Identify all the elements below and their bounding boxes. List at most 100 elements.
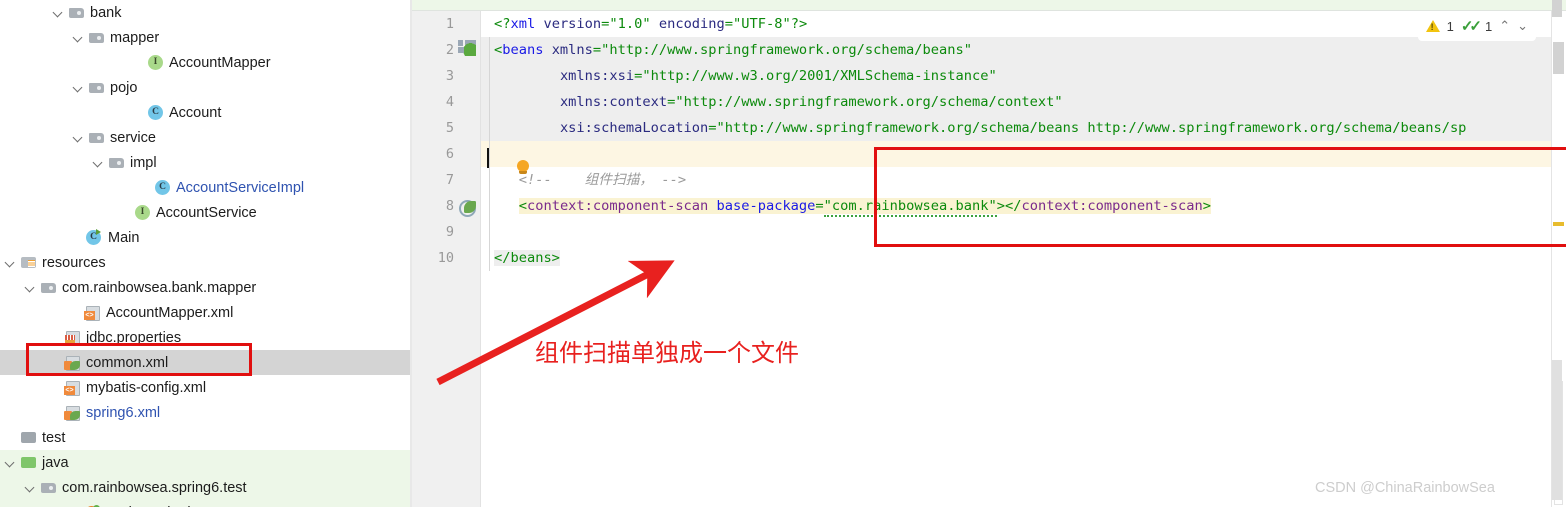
- tree-item-label: com.rainbowsea.spring6.test: [62, 479, 247, 496]
- code-line-2[interactable]: <beans xmlns="http://www.springframework…: [481, 37, 1566, 63]
- tree-row[interactable]: common.xml: [0, 350, 410, 375]
- lightbulb-intention-icon[interactable]: [516, 160, 530, 177]
- spring-bean-gutter-icon[interactable]: [458, 38, 476, 56]
- editor-tab-strip[interactable]: [412, 0, 1566, 11]
- line-number[interactable]: 1: [412, 11, 454, 37]
- code-line-6[interactable]: [481, 141, 1566, 167]
- tree-row[interactable]: bank: [0, 0, 410, 25]
- l8-lt: <: [518, 198, 527, 214]
- ide-window: bank mapper AccountMapper pojo Account servic…: [0, 0, 1566, 507]
- cls-icon: [154, 179, 171, 196]
- code-editor[interactable]: 1 2 3 4 5 6 7 8 9 10 <?xml version="1.0" encoding…: [412, 0, 1566, 507]
- tree-item-label: Account: [169, 104, 222, 121]
- code-line-3[interactable]: xmlns:xsi="http://www.w3.org/2001/XMLSch…: [481, 63, 1566, 89]
- l8-close-lt: </: [1004, 198, 1022, 214]
- xml-spring-icon: [64, 404, 81, 421]
- tree-row[interactable]: java: [0, 450, 410, 475]
- tree-row[interactable]: AccountService: [0, 200, 410, 225]
- code-line-4[interactable]: xmlns:context="http://www.springframewor…: [481, 89, 1566, 115]
- tree-row[interactable]: com.rainbowsea.spring6.test: [0, 475, 410, 500]
- line-number[interactable]: 6: [412, 141, 454, 167]
- tree-item-label: resources: [42, 254, 106, 271]
- l1-tag: xml: [510, 16, 536, 32]
- spring-scan-gutter-icon[interactable]: [458, 198, 476, 217]
- tree-row[interactable]: impl: [0, 150, 410, 175]
- chevron-down-icon[interactable]: [72, 81, 85, 94]
- tree-row[interactable]: Main: [0, 225, 410, 250]
- tree-row[interactable]: spring6.xml: [0, 400, 410, 425]
- line-number[interactable]: 2: [412, 37, 454, 63]
- l4-attr-context: xmlns:context: [559, 94, 668, 110]
- pkg-icon: [88, 129, 105, 146]
- previous-problem-icon[interactable]: ⌃: [1499, 18, 1510, 34]
- tree-item-label: common.xml: [86, 354, 169, 371]
- next-problem-icon[interactable]: ⌄: [1517, 18, 1528, 34]
- editor-scrollbar-thumb[interactable]: [1553, 42, 1564, 74]
- code-line-10[interactable]: </beans>: [481, 245, 1566, 271]
- code-line-8[interactable]: <context:component-scan base-package="co…: [481, 193, 1566, 219]
- inspection-widget[interactable]: 1 ✓✓ 1 ⌃ ⌄: [1417, 11, 1536, 41]
- tree-row[interactable]: mybatis-config.xml: [0, 375, 410, 400]
- code-text-area[interactable]: <?xml version="1.0" encoding="UTF-8"?> <…: [481, 11, 1566, 507]
- tree-item-label: mapper: [110, 29, 160, 46]
- line-number[interactable]: 4: [412, 89, 454, 115]
- l5-val-schemalocation: "http://www.springframework.org/schema/b…: [716, 120, 1467, 136]
- tree-row[interactable]: AccountServiceImpl: [0, 175, 410, 200]
- l5-attr-schemalocation: xsi:schemaLocation: [559, 120, 709, 136]
- tree-row[interactable]: jdbc.properties: [0, 325, 410, 350]
- line-number[interactable]: 3: [412, 63, 454, 89]
- project-tree-panel[interactable]: bank mapper AccountMapper pojo Account servic…: [0, 0, 410, 507]
- folder-src-icon: [20, 454, 37, 471]
- tree-item-label: service: [110, 129, 156, 146]
- tree-row[interactable]: pojo: [0, 75, 410, 100]
- tree-item-label: pojo: [110, 79, 138, 96]
- double-check-icon[interactable]: ✓✓: [1461, 17, 1482, 35]
- tree-row[interactable]: SpringMybatisTest: [0, 500, 410, 507]
- tree-scrollbar-thumb[interactable]: [1552, 360, 1562, 500]
- tree-row[interactable]: AccountMapper.xml: [0, 300, 410, 325]
- l1-val-version: "1.0": [609, 16, 651, 32]
- warning-triangle-icon[interactable]: [1425, 20, 1440, 32]
- spring-leaf-icon: [70, 411, 80, 420]
- chevron-down-icon[interactable]: [4, 256, 17, 269]
- tree-row[interactable]: com.rainbowsea.bank.mapper: [0, 275, 410, 300]
- pkg-icon: [108, 154, 125, 171]
- tree-row[interactable]: Account: [0, 100, 410, 125]
- code-line-7[interactable]: <!-- 组件扫描， -->: [481, 167, 1566, 193]
- l1-open: <?: [494, 16, 511, 32]
- line-number[interactable]: 8: [412, 193, 454, 219]
- code-line-9[interactable]: [481, 219, 1566, 245]
- line-number[interactable]: 5: [412, 115, 454, 141]
- editor-warning-marker[interactable]: [1553, 222, 1564, 226]
- l8-eq: =: [815, 198, 824, 214]
- tree-item-label: AccountService: [156, 204, 257, 221]
- tree-row[interactable]: test: [0, 425, 410, 450]
- chevron-down-icon[interactable]: [4, 456, 17, 469]
- chevron-down-icon[interactable]: [92, 156, 105, 169]
- line-number[interactable]: 10: [412, 245, 454, 271]
- l2-attr-xmlns: xmlns: [543, 42, 593, 58]
- chevron-down-icon[interactable]: [24, 481, 37, 494]
- l8-gt: >: [996, 198, 1005, 214]
- chevron-down-icon[interactable]: [72, 131, 85, 144]
- line-number[interactable]: 7: [412, 167, 454, 193]
- itf-icon: [134, 204, 151, 221]
- tree-row[interactable]: service: [0, 125, 410, 150]
- code-line-5[interactable]: xsi:schemaLocation="http://www.springfra…: [481, 115, 1566, 141]
- line-number[interactable]: 9: [412, 219, 454, 245]
- tree-item-label: AccountServiceImpl: [176, 179, 305, 196]
- code-line-1[interactable]: <?xml version="1.0" encoding="UTF-8"?>: [481, 11, 1566, 37]
- tree-scrollbar-cap: [1552, 0, 1562, 17]
- spring-leaf-icon: [70, 361, 80, 370]
- tree-row[interactable]: resources: [0, 250, 410, 275]
- chevron-down-icon[interactable]: [72, 31, 85, 44]
- chevron-down-icon[interactable]: [24, 281, 37, 294]
- tree-row[interactable]: mapper: [0, 25, 410, 50]
- chevron-down-icon[interactable]: [52, 6, 65, 19]
- tree-row[interactable]: AccountMapper: [0, 50, 410, 75]
